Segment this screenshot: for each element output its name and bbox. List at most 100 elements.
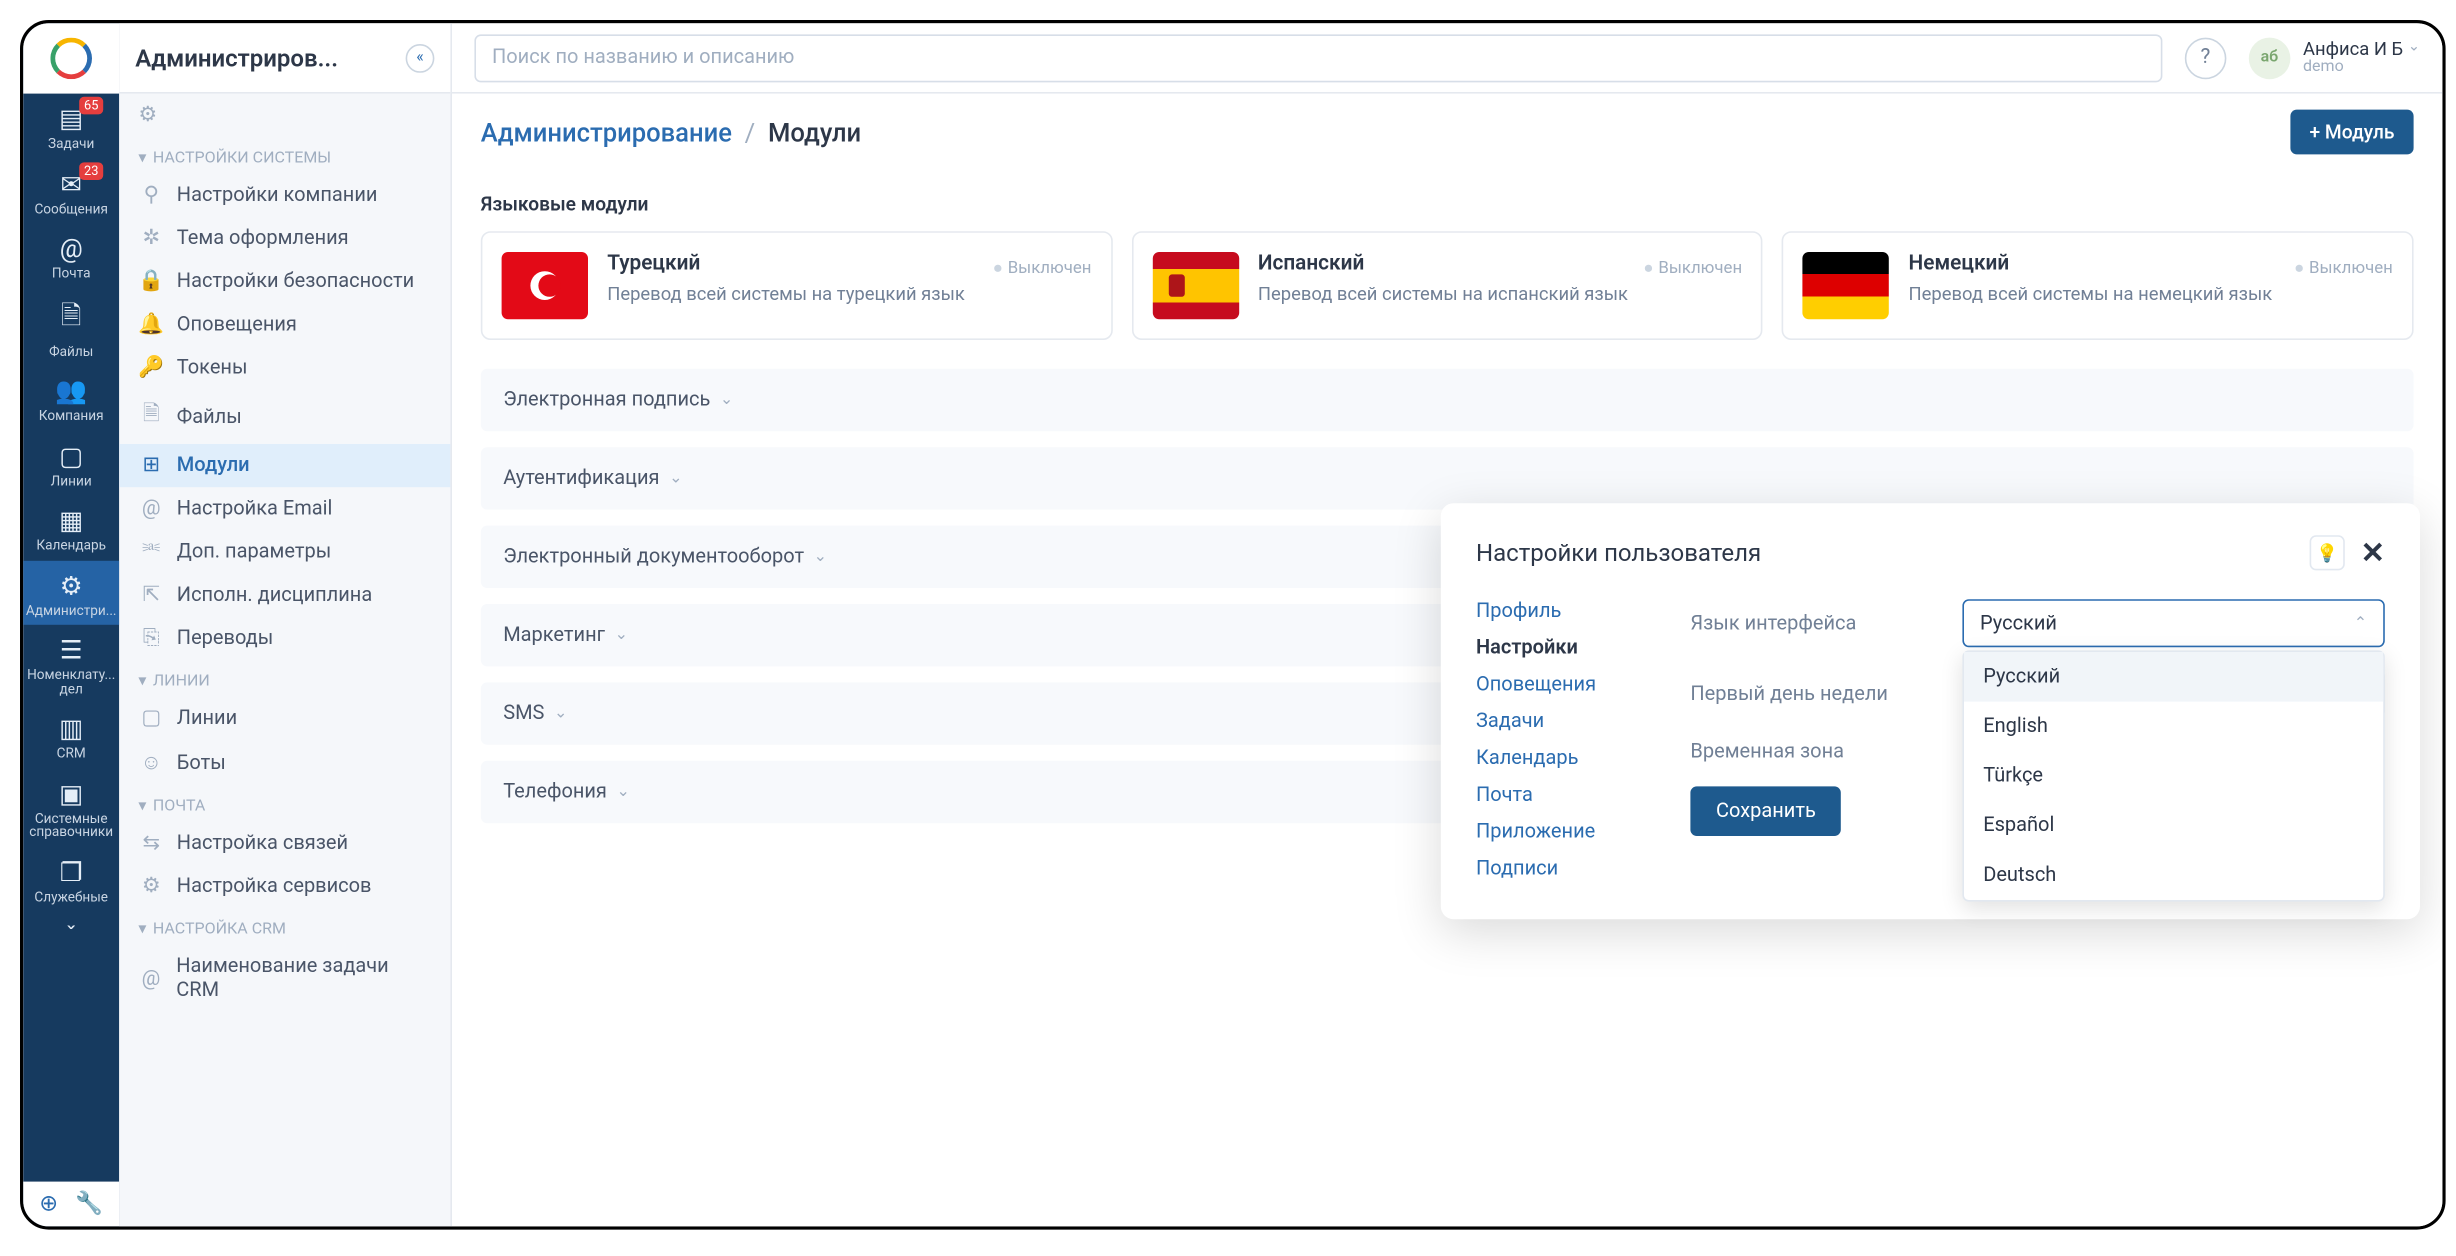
help-button[interactable]: ? — [2185, 37, 2227, 79]
rail-item-crm[interactable]: ▥ CRM — [23, 703, 119, 768]
wrench-icon[interactable]: 🔧 — [75, 1191, 103, 1217]
user-settings-modal: Настройки пользователя 💡 ✕ Профиль Настр… — [1441, 503, 2420, 919]
calendar-icon: ▦ — [59, 505, 83, 535]
chat-icon: ▢ — [59, 440, 83, 470]
sidebar-item-extra-params[interactable]: ⎃Доп. параметры — [119, 530, 450, 573]
lang-card-spanish[interactable]: Испанский●Выключен Перевод всей системы … — [1131, 231, 1762, 340]
label-timezone: Временная зона — [1690, 740, 1930, 764]
rail-item-more[interactable]: ˇ — [23, 911, 119, 957]
translate-icon: ⎘ — [138, 626, 164, 650]
rail-item-company[interactable]: 👥 Компания — [23, 366, 119, 431]
chevron-down-icon: ˇ — [66, 921, 77, 951]
sidebar-item-email[interactable]: @Настройка Email — [119, 487, 450, 530]
sidebar-section-title: ▾ НАСТРОЙКИ СИСТЕМЫ — [119, 137, 450, 174]
sidebar-item-notifications[interactable]: 🔔Оповещения — [119, 303, 450, 346]
chevron-down-icon: ⌃ — [2354, 614, 2367, 632]
modal-tab-mail[interactable]: Почта — [1476, 783, 1652, 807]
sidebar-item-files[interactable]: 🗎Файлы — [119, 390, 450, 444]
sidebar-section-title: ▾ ЛИНИИ — [119, 660, 450, 697]
nav-rail: 65 ▤ Задачи 23 ✉ Сообщения @ Почта 🗎 Фай… — [23, 23, 119, 1226]
rail-item-tasks[interactable]: 65 ▤ Задачи — [23, 94, 119, 159]
modal-tab-signatures[interactable]: Подписи — [1476, 857, 1652, 881]
sidebar-item-security[interactable]: 🔒Настройки безопасности — [119, 260, 450, 303]
params-icon: ⎃ — [138, 540, 164, 564]
rail-item-admin[interactable]: ⚙ Администри... — [23, 560, 119, 625]
rail-item-messages[interactable]: 23 ✉ Сообщения — [23, 158, 119, 223]
breadcrumb: Администрирование / Модули — [481, 117, 861, 147]
sidebar-title: Администриров... — [135, 43, 393, 72]
breadcrumb-parent[interactable]: Администрирование — [481, 117, 732, 147]
flag-spain-icon — [1152, 252, 1238, 319]
section-title-languages: Языковые модули — [481, 193, 2414, 215]
lang-card-german[interactable]: Немецкий●Выключен Перевод всей системы н… — [1782, 231, 2413, 340]
save-button[interactable]: Сохранить — [1690, 786, 1841, 836]
app-logo[interactable] — [23, 23, 119, 93]
main: Поиск по названию и описанию ? аб Анфиса… — [452, 23, 2442, 1226]
language-option[interactable]: Español — [1964, 801, 2383, 851]
sidebar-item-translations[interactable]: ⎘Переводы — [119, 617, 450, 660]
chevron-down-icon: ⌄ — [617, 783, 630, 801]
modal-tab-profile[interactable]: Профиль — [1476, 599, 1652, 623]
sidebar-item-lines[interactable]: ▢Линии — [119, 697, 450, 740]
chevron-down-icon: ⌄ — [720, 391, 733, 409]
list-icon: ☰ — [60, 634, 83, 664]
sidebar-item-mail-links[interactable]: ⇆Настройка связей — [119, 822, 450, 865]
at-icon: @ — [138, 966, 163, 990]
modal-tab-app[interactable]: Приложение — [1476, 820, 1652, 844]
language-option[interactable]: Deutsch — [1964, 850, 2383, 900]
theme-icon: ✲ — [138, 226, 164, 250]
sidebar-item-crm-task-name[interactable]: @Наименование задачи CRM — [119, 945, 450, 1012]
chevron-down-icon: ⌄ — [2408, 41, 2420, 57]
modules-icon: ⊞ — [138, 454, 164, 478]
link-icon: ⇆ — [138, 831, 164, 855]
rail-item-files[interactable]: 🗎 Файлы — [23, 288, 119, 366]
hint-button[interactable]: 💡 — [2309, 535, 2344, 570]
badge: 23 — [79, 162, 103, 180]
user-name: Анфиса И Б ⌄ — [2303, 39, 2420, 59]
sidebar-item-company-settings[interactable]: ⚲Настройки компании — [119, 174, 450, 217]
file-icon: 🗎 — [138, 399, 164, 434]
chart-icon: ⇱ — [138, 583, 164, 607]
chevron-down-icon: ⌄ — [615, 626, 628, 644]
language-dropdown: Русский English Türkçe Español Deutsch — [1962, 650, 2384, 901]
modal-tab-calendar[interactable]: Календарь — [1476, 746, 1652, 770]
lang-card-turkish[interactable]: Турецкий●Выключен Перевод всей системы н… — [481, 231, 1112, 340]
add-icon[interactable]: ⊕ — [39, 1191, 58, 1217]
modal-tab-notifications[interactable]: Оповещения — [1476, 673, 1652, 697]
label-first-day: Первый день недели — [1690, 682, 1930, 706]
collapse-sidebar-button[interactable]: « — [406, 43, 435, 72]
language-option[interactable]: Türkçe — [1964, 751, 2383, 801]
close-button[interactable]: ✕ — [2361, 536, 2385, 570]
accordion-auth[interactable]: Аутентификация⌄ — [481, 447, 2414, 509]
sidebar-item-theme[interactable]: ✲Тема оформления — [119, 217, 450, 260]
sidebar-item-modules[interactable]: ⊞Модули — [119, 444, 450, 487]
sidebar-item-mail-services[interactable]: ⚙Настройка сервисов — [119, 865, 450, 908]
sidebar-settings-icon[interactable]: ⚙ — [119, 94, 450, 137]
lock-icon: 🔒 — [138, 270, 164, 294]
at-icon: @ — [60, 233, 83, 263]
rail-item-calendar[interactable]: ▦ Календарь — [23, 495, 119, 560]
rail-item-service[interactable]: ❐ Служебные — [23, 846, 119, 911]
language-option[interactable]: English — [1964, 702, 2383, 752]
sidebar-item-discipline[interactable]: ⇱Исполн. дисциплина — [119, 574, 450, 617]
book-icon: ▣ — [59, 778, 83, 808]
bot-icon: ☺ — [138, 750, 164, 776]
rail-item-system-refs[interactable]: ▣ Системные справочники — [23, 768, 119, 846]
user-sub: demo — [2303, 59, 2420, 77]
search-input[interactable]: Поиск по названию и описанию — [474, 34, 2162, 82]
accordion-esign[interactable]: Электронная подпись⌄ — [481, 369, 2414, 431]
add-module-button[interactable]: + Модуль — [2290, 110, 2413, 155]
rail-item-lines[interactable]: ▢ Линии — [23, 430, 119, 495]
badge: 65 — [79, 97, 103, 115]
language-option[interactable]: Русский — [1964, 652, 2383, 702]
language-select[interactable]: Русский ⌃ — [1962, 599, 2384, 647]
user-menu[interactable]: аб Анфиса И Б ⌄ demo — [2249, 37, 2420, 79]
rail-item-nomenclature[interactable]: ☰ Номенклату... дел — [23, 625, 119, 703]
modal-tab-settings[interactable]: Настройки — [1476, 636, 1652, 660]
sidebar-item-tokens[interactable]: 🔑Токены — [119, 346, 450, 389]
sidebar-item-bots[interactable]: ☺Боты — [119, 740, 450, 785]
key-icon: 🔑 — [138, 356, 164, 380]
rail-item-mail[interactable]: @ Почта — [23, 223, 119, 288]
breadcrumb-current: Модули — [768, 117, 861, 147]
modal-tab-tasks[interactable]: Задачи — [1476, 710, 1652, 734]
